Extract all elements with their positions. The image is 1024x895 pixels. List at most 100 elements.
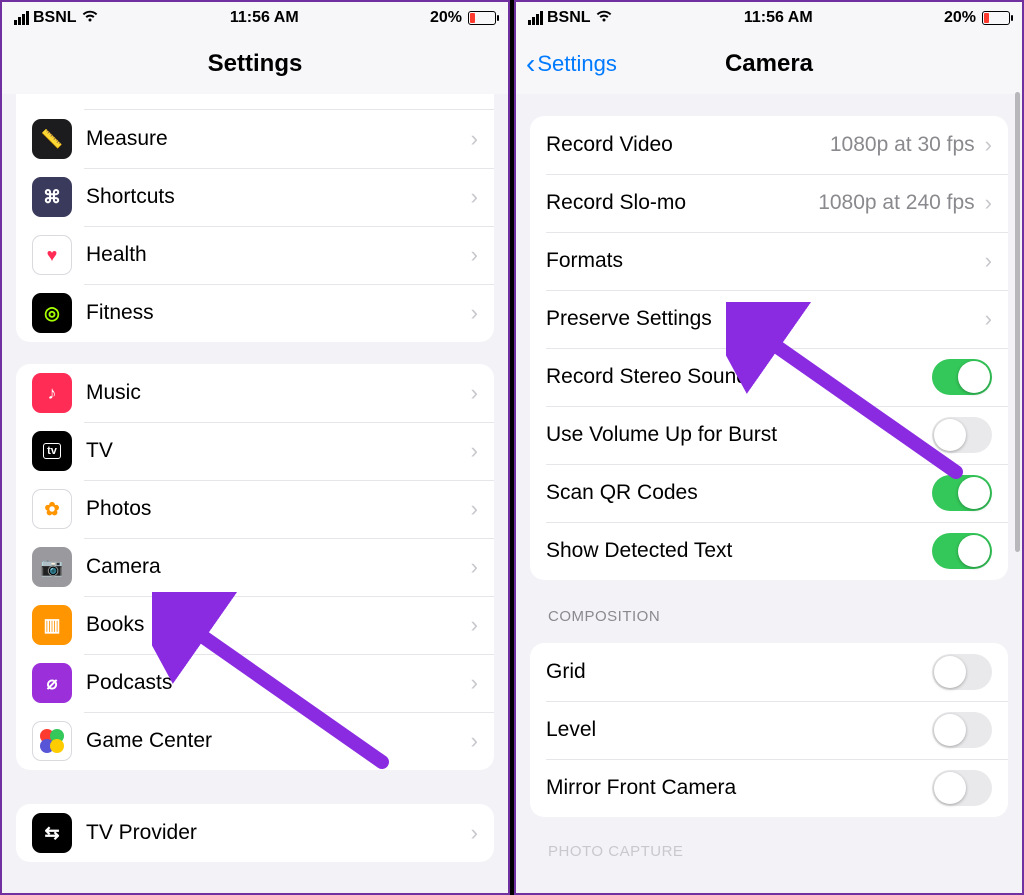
nav-bar: Settings [2,34,508,94]
mirror-front-camera-switch[interactable] [932,770,992,806]
podcasts-icon: ⌀ [32,663,72,703]
signal-icon [14,11,29,25]
chevron-right-icon: › [471,670,478,696]
settings-row-use-volume-up-for-burst: Use Volume Up for Burst [530,406,1008,464]
row-label: Health [86,243,471,267]
row-label: Record Stereo Sound [546,365,932,389]
battery-icon [468,11,496,25]
chevron-right-icon: › [471,438,478,464]
page-title: Camera [725,50,813,78]
settings-row-record-stereo-sound: Record Stereo Sound [530,348,1008,406]
status-bar: BSNL 11:56 AM 20% [2,2,508,34]
row-label: Show Detected Text [546,539,932,563]
settings-row-level: Level [530,701,1008,759]
tv-icon: tv [32,431,72,471]
chevron-right-icon: › [471,612,478,638]
row-label: Fitness [86,301,471,325]
settings-row-health[interactable]: ♥ Health› [16,226,494,284]
settings-row-tv-provider[interactable]: ⇆ TV Provider› [16,804,494,862]
books-icon: ▥ [32,605,72,645]
music-icon: ♪ [32,373,72,413]
settings-row-measure[interactable]: 📏 Measure› [16,110,494,168]
row-label: Camera [86,555,471,579]
row-label: Photos [86,497,471,521]
clock-label: 11:56 AM [744,9,813,27]
page-title: Settings [208,50,303,78]
settings-row-mirror-front-camera: Mirror Front Camera [530,759,1008,817]
row-label: Scan QR Codes [546,481,932,505]
row-label: Level [546,718,932,742]
section-header-photo-capture: PHOTO CAPTURE [530,817,1008,860]
row-label: Shortcuts [86,185,471,209]
carrier-label: BSNL [547,9,591,27]
signal-icon [528,11,543,25]
row-label: Measure [86,127,471,151]
settings-row-fitness[interactable]: ◎Fitness› [16,284,494,342]
camera-settings-screen: BSNL 11:56 AM 20% ‹ Settings Camera Reco… [514,0,1024,895]
chevron-right-icon: › [985,306,992,332]
row-label: TV Provider [86,821,471,845]
settings-group-provider: ⇆ TV Provider› [16,804,494,862]
chevron-right-icon: › [471,126,478,152]
chevron-right-icon: › [471,554,478,580]
settings-row-formats[interactable]: Formats› [530,232,1008,290]
record-stereo-sound-switch[interactable] [932,359,992,395]
row-label: Use Volume Up for Burst [546,423,932,447]
level-switch[interactable] [932,712,992,748]
health-icon: ♥ [32,235,72,275]
tv-provider-icon: ⇆ [32,813,72,853]
battery-percent: 20% [430,9,462,27]
row-label: Game Center [86,729,471,753]
settings-row-preserve-settings[interactable]: Preserve Settings› [530,290,1008,348]
row-label: Formats [546,249,985,273]
chevron-right-icon: › [985,132,992,158]
settings-row-tv[interactable]: tvTV› [16,422,494,480]
row-label: Preserve Settings [546,307,985,331]
settings-row-record-slo-mo[interactable]: Record Slo-mo1080p at 240 fps› [530,174,1008,232]
show-detected-text-switch[interactable] [932,533,992,569]
use-volume-up-for-burst-switch[interactable] [932,417,992,453]
row-label: Record Slo-mo [546,191,818,215]
settings-screen: BSNL 11:56 AM 20% Settings 📏Measure›⌘Sho… [0,0,510,895]
back-label: Settings [537,51,617,77]
settings-content: 📏Measure›⌘Shortcuts›♥Health›◎Fitness› ♪M… [2,94,508,882]
row-label: Record Video [546,133,830,157]
row-value: 1080p at 30 fps [830,133,975,157]
settings-row-game-center[interactable]: Game Center› [16,712,494,770]
row-label: Mirror Front Camera [546,776,932,800]
battery-icon [982,11,1010,25]
scan-qr-codes-switch[interactable] [932,475,992,511]
section-header-composition: Composition [530,580,1008,633]
camera-group-main: Record Video1080p at 30 fps›Record Slo-m… [530,116,1008,580]
wifi-icon [595,9,613,27]
chevron-right-icon: › [985,190,992,216]
row-label: Grid [546,660,932,684]
measure-icon: 📏 [32,119,72,159]
chevron-right-icon: › [471,300,478,326]
chevron-right-icon: › [471,820,478,846]
chevron-right-icon: › [471,380,478,406]
battery-percent: 20% [944,9,976,27]
camera-icon: 📷 [32,547,72,587]
back-button[interactable]: ‹ Settings [526,50,617,78]
camera-content: Record Video1080p at 30 fps›Record Slo-m… [516,94,1022,880]
settings-row-books[interactable]: ▥ Books› [16,596,494,654]
settings-row-grid: Grid [530,643,1008,701]
settings-group-partial: 📏Measure›⌘Shortcuts›♥Health›◎Fitness› [16,94,494,342]
settings-row-shortcuts[interactable]: ⌘Shortcuts› [16,168,494,226]
settings-row-camera[interactable]: 📷 Camera› [16,538,494,596]
chevron-right-icon: › [471,728,478,754]
scrollbar[interactable] [1015,92,1020,552]
chevron-right-icon: › [471,242,478,268]
row-label: Books [86,613,471,637]
settings-row-record-video[interactable]: Record Video1080p at 30 fps › [530,116,1008,174]
carrier-label: BSNL [33,9,77,27]
settings-group-media: ♪Music›tvTV›✿Photos›📷Camera›▥Books›⌀Podc… [16,364,494,770]
row-label: Music [86,381,471,405]
settings-row-photos[interactable]: ✿Photos› [16,480,494,538]
grid-switch[interactable] [932,654,992,690]
settings-row-music[interactable]: ♪ Music› [16,364,494,422]
settings-row-podcasts[interactable]: ⌀Podcasts› [16,654,494,712]
shortcuts-icon: ⌘ [32,177,72,217]
settings-row-scan-qr-codes: Scan QR Codes [530,464,1008,522]
